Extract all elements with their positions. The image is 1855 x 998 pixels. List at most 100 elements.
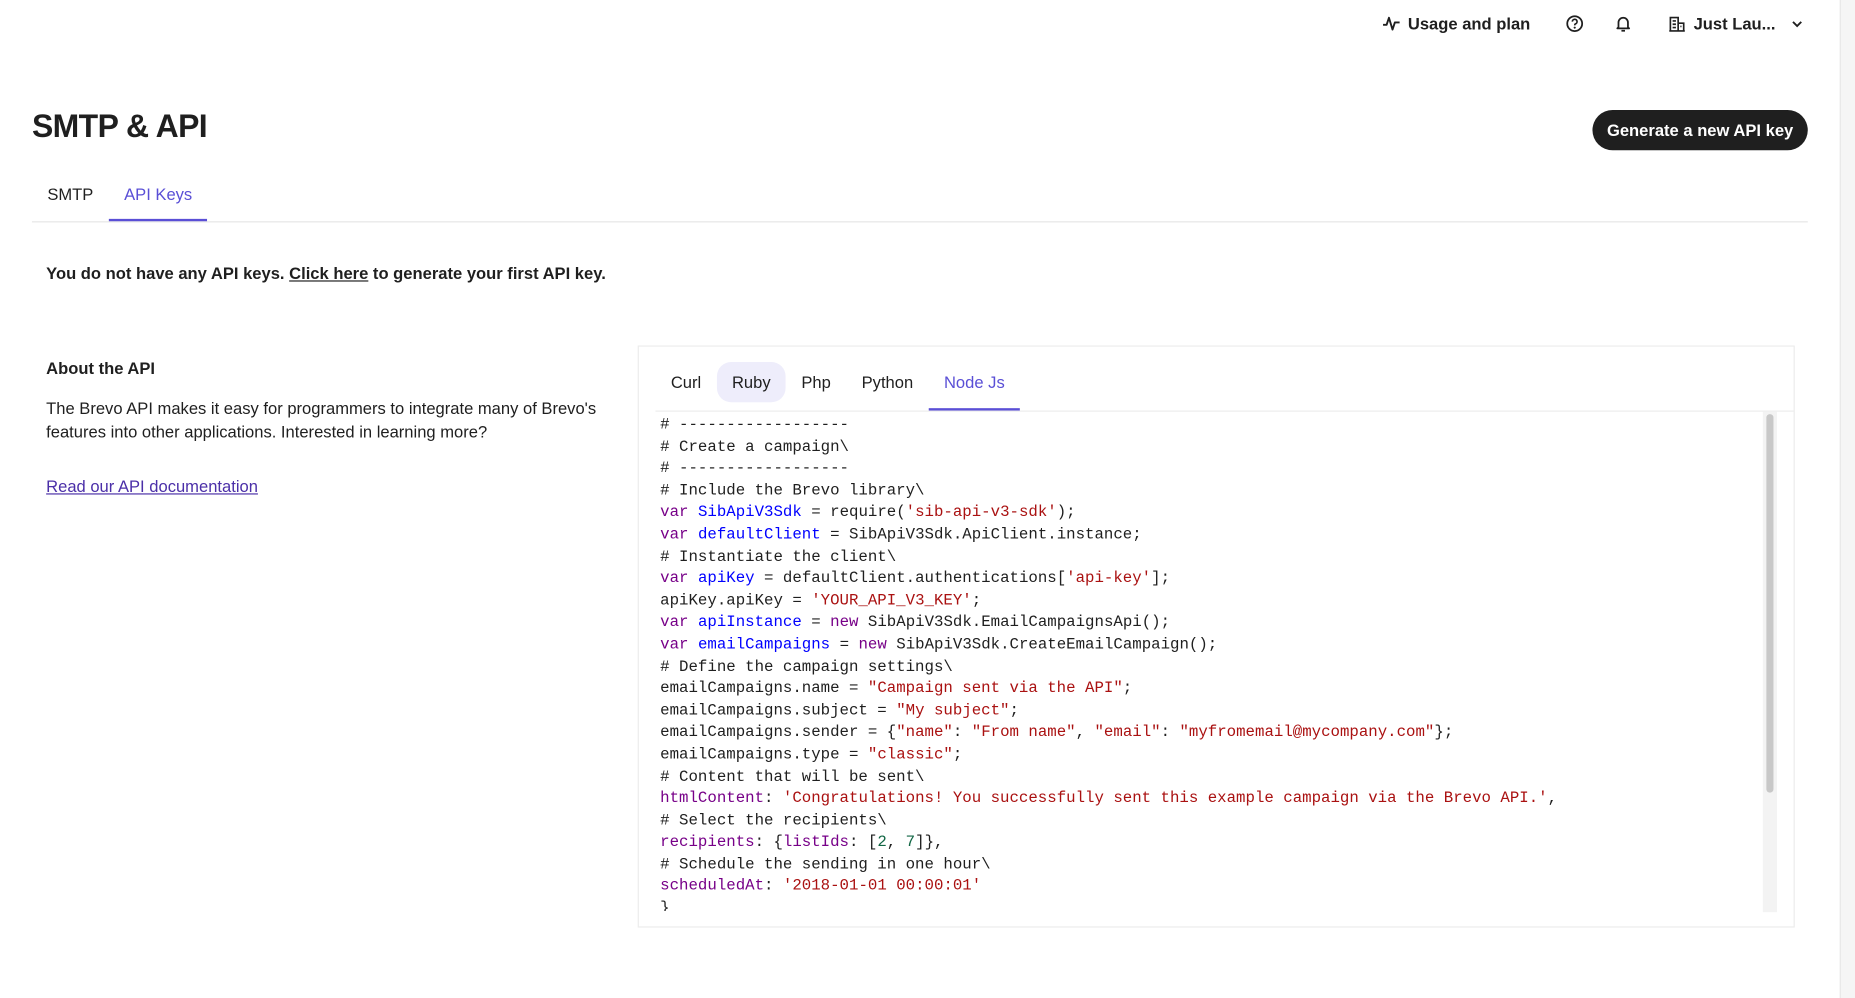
tab-curl[interactable]: Curl bbox=[655, 362, 716, 402]
account-name: Just Lau... bbox=[1693, 14, 1776, 34]
tab-php[interactable]: Php bbox=[786, 362, 846, 402]
code-line: } bbox=[660, 898, 1760, 911]
code-token: : bbox=[1160, 723, 1180, 741]
code-token: # ------------------ bbox=[660, 415, 849, 434]
code-token: "name" bbox=[896, 723, 953, 741]
code-token: SibApiV3Sdk bbox=[697, 503, 802, 522]
code-line: recipients: {listIds: [2, 7]}, bbox=[660, 832, 1760, 854]
code-token: recipients bbox=[660, 833, 755, 851]
page-scrollbar[interactable] bbox=[1839, 0, 1855, 998]
code-token: htmlContent bbox=[660, 789, 765, 807]
code-line: # Create a campaign\ bbox=[660, 436, 1760, 458]
code-token: ; bbox=[952, 745, 963, 763]
code-token: , bbox=[886, 833, 906, 851]
building-icon bbox=[1669, 15, 1687, 33]
activity-icon bbox=[1382, 14, 1401, 33]
help-icon[interactable] bbox=[1566, 14, 1585, 33]
code-line: scheduledAt: '2018-01-01 00:00:01' bbox=[660, 876, 1760, 898]
code-token: ); bbox=[1056, 503, 1076, 522]
tab-smtp[interactable]: SMTP bbox=[32, 175, 109, 220]
code-token: = bbox=[830, 635, 859, 653]
code-scrollbar-thumb[interactable] bbox=[1766, 414, 1774, 793]
code-token: new bbox=[858, 635, 887, 653]
code-line: # Instantiate the client\ bbox=[660, 546, 1760, 568]
code-sample-panel: Curl Ruby Php Python Node Js # ---------… bbox=[637, 345, 1795, 928]
about-api-title: About the API bbox=[46, 358, 156, 378]
generate-api-key-button[interactable]: Generate a new API key bbox=[1592, 110, 1808, 151]
code-token: 'sib-api-v3-sdk' bbox=[905, 503, 1057, 522]
code-token: emailCampaigns.type = bbox=[660, 745, 868, 763]
code-scrollbar[interactable] bbox=[1762, 411, 1778, 913]
code-token: apiKey.apiKey = bbox=[660, 591, 812, 610]
code-token: = require( bbox=[801, 503, 906, 522]
usage-and-plan-link[interactable]: Usage and plan bbox=[1382, 14, 1530, 33]
code-token: } bbox=[660, 899, 670, 911]
tab-ruby[interactable]: Ruby bbox=[716, 362, 787, 403]
code-line: htmlContent: 'Congratulations! You succe… bbox=[660, 788, 1760, 810]
code-token: : bbox=[952, 723, 972, 741]
main-tabs: SMTP API Keys bbox=[31, 175, 1808, 223]
notice-text: You do not have any API keys. bbox=[46, 263, 290, 283]
code-token: var bbox=[660, 635, 689, 653]
code-token: "My subject" bbox=[896, 701, 1010, 719]
code-token: '2018-01-01 00:00:01' bbox=[782, 877, 982, 895]
code-token: "From name" bbox=[971, 723, 1076, 741]
api-documentation-link[interactable]: Read our API documentation bbox=[46, 477, 258, 496]
code-token: # Create a campaign\ bbox=[660, 437, 849, 456]
code-line: var apiKey = defaultClient.authenticatio… bbox=[660, 568, 1760, 590]
code-token: # Content that will be sent\ bbox=[660, 767, 925, 785]
code-token: ]; bbox=[1151, 569, 1171, 588]
code-token: 7 bbox=[905, 833, 916, 851]
code-token: : bbox=[764, 877, 783, 895]
code-line: # ------------------ bbox=[660, 414, 1760, 436]
tab-api-keys[interactable]: API Keys bbox=[108, 175, 208, 222]
code-line: # ------------------ bbox=[660, 458, 1760, 480]
account-menu[interactable]: Just Lau... bbox=[1669, 14, 1804, 33]
tab-python[interactable]: Python bbox=[846, 362, 928, 402]
code-token: "classic" bbox=[867, 745, 953, 763]
code-token: var bbox=[660, 503, 689, 522]
code-token: emailCampaigns.sender = { bbox=[660, 723, 897, 741]
code-token: = defaultClient.authentications[ bbox=[754, 569, 1067, 588]
code-token: 'Congratulations! You successfully sent … bbox=[782, 789, 1548, 807]
code-token: ; bbox=[971, 591, 982, 610]
code-token: # Schedule the sending in one hour\ bbox=[660, 855, 991, 873]
code-token: var bbox=[660, 613, 689, 631]
code-token: # Select the recipients\ bbox=[660, 811, 887, 829]
code-token: = SibApiV3Sdk.ApiClient.instance; bbox=[820, 525, 1142, 544]
code-token: : { bbox=[754, 833, 783, 851]
bell-icon[interactable] bbox=[1614, 14, 1633, 33]
code-token: "Campaign sent via the API" bbox=[867, 679, 1123, 697]
code-token: var bbox=[660, 569, 689, 588]
code-line: emailCampaigns.sender = {"name": "From n… bbox=[660, 722, 1760, 744]
code-token: apiInstance bbox=[697, 613, 802, 631]
code-line: var SibApiV3Sdk = require('sib-api-v3-sd… bbox=[660, 502, 1760, 524]
code-token: ]}, bbox=[915, 833, 944, 851]
code-line: emailCampaigns.subject = "My subject"; bbox=[660, 700, 1760, 722]
code-token: apiKey bbox=[697, 569, 755, 588]
code-token: : [ bbox=[849, 833, 878, 851]
code-token: scheduledAt bbox=[660, 877, 765, 895]
code-token: , bbox=[1547, 789, 1558, 807]
code-token: # Define the campaign settings\ bbox=[660, 657, 953, 675]
click-here-link[interactable]: Click here bbox=[289, 264, 368, 283]
code-line: var defaultClient = SibApiV3Sdk.ApiClien… bbox=[660, 524, 1760, 546]
code-token: emailCampaigns.subject = bbox=[660, 701, 897, 719]
page-title: SMTP & API bbox=[31, 108, 208, 145]
code-token: 'api-key' bbox=[1066, 569, 1152, 588]
code-token: listIds bbox=[782, 833, 850, 851]
code-line: # Schedule the sending in one hour\ bbox=[660, 854, 1760, 876]
chevron-down-icon bbox=[1790, 17, 1804, 31]
code-block[interactable]: # ------------------ # Create a campaign\… bbox=[660, 414, 1760, 911]
code-line: emailCampaigns.type = "classic"; bbox=[660, 744, 1760, 766]
code-token: : bbox=[764, 789, 783, 807]
code-token: # Instantiate the client\ bbox=[660, 547, 897, 566]
code-language-tabs: Curl Ruby Php Python Node Js bbox=[655, 362, 1794, 412]
tab-node-js[interactable]: Node Js bbox=[928, 362, 1021, 411]
code-line: # Content that will be sent\ bbox=[660, 766, 1760, 788]
code-token: # ------------------ bbox=[660, 459, 849, 478]
